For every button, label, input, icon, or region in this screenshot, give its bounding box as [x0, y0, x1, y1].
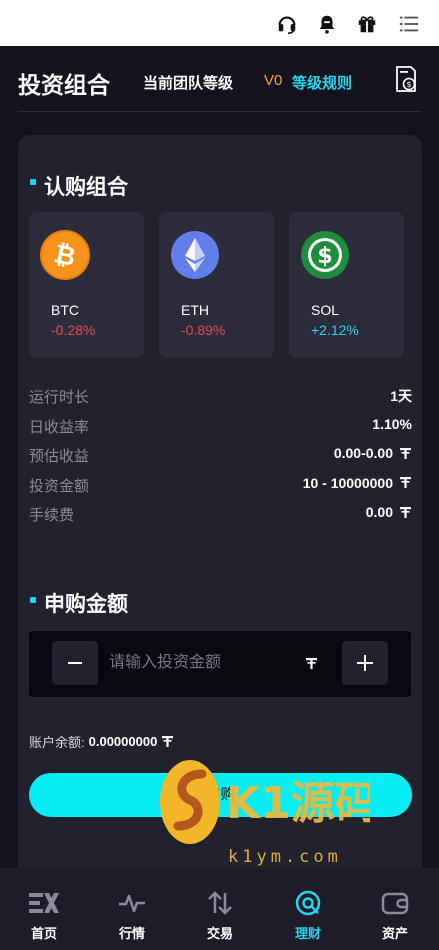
coin-card-eth[interactable]: ETH -0.89%	[159, 212, 274, 358]
page-title: 投资组合	[18, 72, 110, 98]
tab-home[interactable]: 首页	[0, 868, 88, 950]
detail-row-investment-amount: 投资金额 10 - 10000000	[29, 471, 412, 501]
subscribe-section-title: 认购组合	[44, 176, 128, 199]
svg-text:$: $	[317, 244, 332, 269]
coin-change: +2.12%	[311, 322, 359, 338]
tab-assets[interactable]: 资产	[351, 868, 439, 950]
watermark-domain: k1ym.com	[228, 847, 342, 867]
tab-finance[interactable]: 理财	[264, 868, 352, 950]
watermark: K1源码 k1ym.com	[160, 744, 379, 874]
dollar-coin-icon: $	[300, 230, 350, 280]
tether-icon	[306, 658, 317, 669]
increase-button[interactable]	[342, 641, 388, 685]
coin-list: ₿ BTC -0.28% ETH -0.89% $ SOL +2.12%	[29, 212, 405, 358]
tab-label: 理财	[294, 926, 321, 941]
tab-trade[interactable]: 交易	[176, 868, 264, 950]
detail-row-duration: 运行时长 1天	[29, 388, 412, 406]
tether-icon	[400, 447, 411, 459]
wallet-icon	[379, 888, 411, 918]
detail-list: 运行时长 1天 日收益率 1.10% 预估收益 0.00-0.00 投资金额 1…	[29, 382, 412, 530]
ex-logo-icon	[28, 888, 60, 918]
coin-card-sol[interactable]: $ SOL +2.12%	[289, 212, 404, 358]
decrease-button[interactable]	[52, 641, 98, 685]
svg-text:$: $	[406, 80, 411, 89]
coin-name: ETH	[181, 302, 209, 318]
minus-icon	[68, 662, 82, 664]
watermark-brand: K1源码	[226, 778, 370, 829]
header-divider	[18, 111, 421, 112]
coin-name: SOL	[311, 302, 340, 318]
investment-amount-input[interactable]	[109, 643, 289, 683]
pulse-icon	[116, 888, 148, 918]
coin-change: -0.89%	[181, 322, 226, 338]
tab-label: 交易	[206, 926, 233, 941]
team-level-label: 当前团队等级	[143, 75, 234, 92]
ethereum-icon	[170, 230, 220, 280]
tether-icon	[400, 477, 411, 488]
gift-icon[interactable]	[356, 13, 378, 35]
level-rules-link[interactable]: 等级规则	[292, 72, 352, 93]
notification-bell-icon[interactable]	[316, 13, 338, 35]
tab-label: 资产	[381, 926, 408, 941]
billing-record-icon[interactable]: $	[394, 65, 418, 93]
purchase-section-title: 申购金额	[44, 593, 128, 616]
detail-row-estimated-income: 预估收益 0.00-0.00	[29, 441, 412, 471]
bitcoin-icon: ₿	[40, 230, 90, 280]
top-bar	[0, 0, 439, 46]
detail-row-fee: 手续费 0.00	[29, 500, 412, 530]
finance-icon	[292, 888, 324, 918]
coin-name: BTC	[51, 302, 79, 318]
detail-row-daily-rate: 日收益率 1.10%	[29, 415, 412, 436]
amount-input-group	[29, 631, 411, 697]
tab-market[interactable]: 行情	[88, 868, 176, 950]
coin-card-btc[interactable]: ₿ BTC -0.28%	[29, 212, 144, 358]
watermark-logo-icon: K1源码 k1ym.com	[160, 760, 379, 867]
tab-label: 行情	[118, 926, 145, 941]
headset-icon[interactable]	[276, 13, 298, 35]
coin-change: -0.28%	[51, 322, 96, 338]
section-marker	[30, 597, 36, 603]
swap-arrows-icon	[204, 888, 236, 918]
team-level-value: V0	[264, 72, 283, 89]
section-marker	[30, 179, 36, 185]
plus-icon	[357, 655, 373, 671]
tab-label: 首页	[30, 926, 57, 941]
tether-icon	[400, 506, 411, 518]
menu-list-icon[interactable]	[398, 13, 420, 35]
account-balance: 账户余额: 0.00000000	[29, 732, 174, 751]
bottom-tab-bar: 首页 行情 交易 理财 资产	[0, 868, 439, 950]
